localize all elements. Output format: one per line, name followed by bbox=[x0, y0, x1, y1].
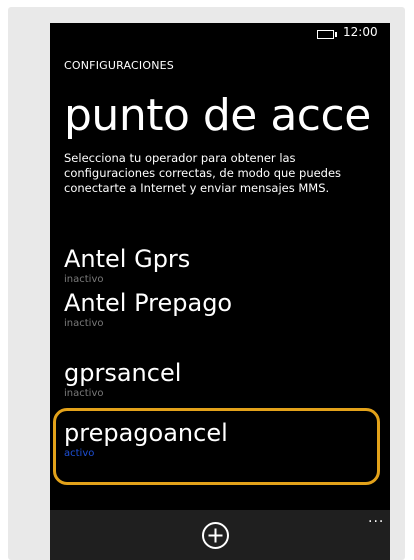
access-point-status: inactivo bbox=[64, 318, 104, 329]
selection-highlight bbox=[53, 408, 380, 485]
status-bar: 12:00 bbox=[50, 23, 390, 47]
add-button[interactable] bbox=[201, 521, 230, 550]
plus-circle-icon bbox=[202, 522, 229, 549]
access-point-status: inactivo bbox=[64, 388, 104, 399]
access-point-name: Antel Gprs bbox=[64, 245, 191, 273]
page-title: punto de acce bbox=[64, 90, 371, 141]
status-time: 12:00 bbox=[343, 25, 378, 39]
list-item-antel-prepago[interactable]: Antel Prepago inactivo bbox=[64, 289, 364, 330]
access-point-status: inactivo bbox=[64, 274, 104, 285]
access-point-name: gprsancel bbox=[64, 359, 182, 387]
list-item-gprsancel[interactable]: gprsancel inactivo bbox=[64, 359, 364, 400]
app-bar: ... bbox=[50, 510, 390, 560]
list-item-antel-gprs[interactable]: Antel Gprs inactivo bbox=[64, 245, 364, 286]
battery-icon bbox=[317, 30, 337, 39]
more-options-button[interactable]: ... bbox=[368, 510, 384, 526]
access-point-name: Antel Prepago bbox=[64, 289, 233, 317]
app-title: CONFIGURACIONES bbox=[64, 59, 174, 72]
description-text: Selecciona tu operador para obtener las … bbox=[64, 151, 342, 195]
